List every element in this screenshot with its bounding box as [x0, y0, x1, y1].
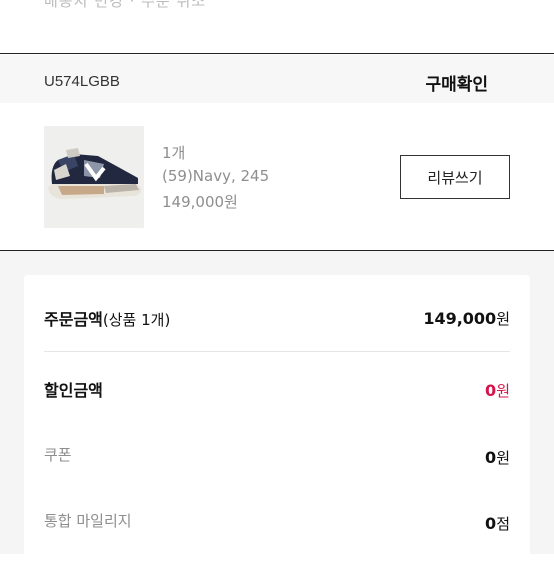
coupon-label: 쿠폰	[44, 446, 72, 464]
cutoff-text: 배송지 변경 · 주문 취소	[44, 0, 207, 10]
product-option: (59)Navy, 245	[162, 167, 270, 185]
section-divider-top	[0, 53, 554, 54]
summary-separator	[44, 351, 510, 352]
mileage-label: 통합 마일리지	[44, 512, 132, 530]
coupon-value: 0원	[485, 448, 510, 467]
discount-value: 0원	[485, 381, 510, 400]
order-amount-label: 주문금액(상품 1개)	[44, 310, 171, 329]
purchase-confirmed-status: 구매확인	[425, 75, 488, 95]
write-review-button[interactable]: 리뷰쓰기	[400, 155, 510, 199]
product-price: 149,000원	[162, 193, 238, 211]
product-code: U574LGBB	[44, 73, 120, 90]
sneaker-icon	[44, 126, 144, 228]
discount-label: 할인금액	[44, 381, 103, 400]
top-cutoff-area: 배송지 변경 · 주문 취소	[0, 0, 554, 54]
order-amount-value: 149,000원	[423, 309, 510, 328]
product-quantity: 1개	[162, 144, 186, 162]
order-amount-sub: (상품 1개)	[102, 311, 171, 329]
product-thumbnail[interactable]	[44, 126, 144, 228]
mileage-value: 0점	[485, 514, 510, 533]
